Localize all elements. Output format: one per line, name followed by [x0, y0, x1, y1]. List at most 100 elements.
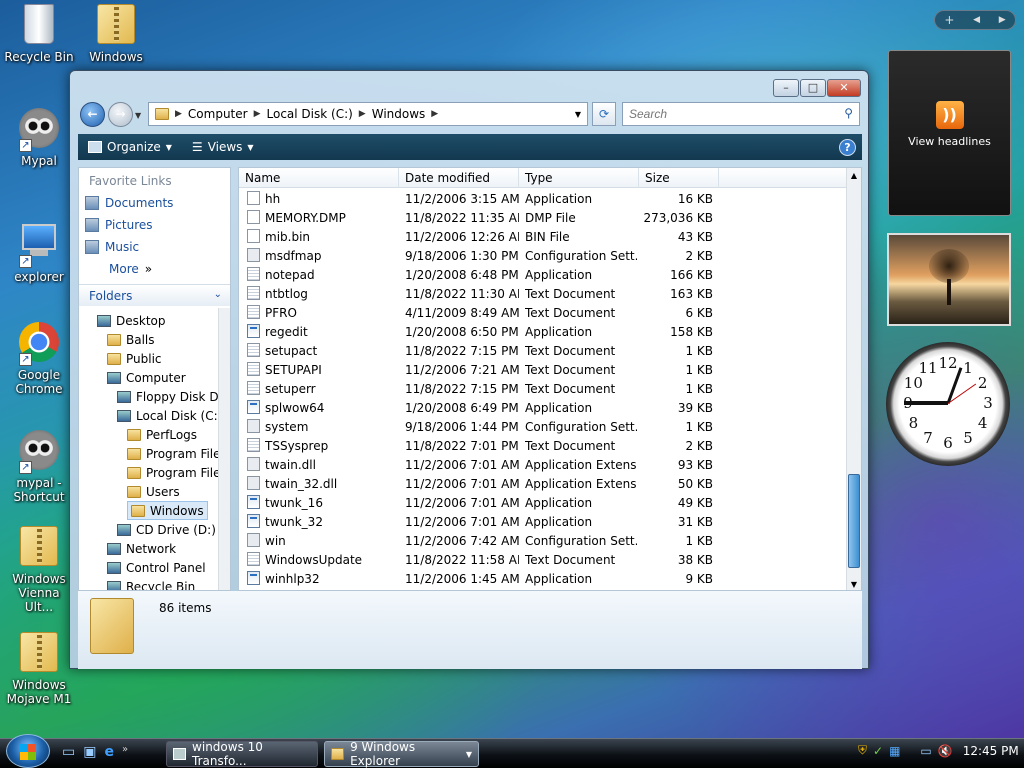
switch-windows-icon[interactable]: ▣	[83, 744, 96, 760]
file-row[interactable]: msdfmap 9/18/2006 1:30 PM Configuration Se…	[239, 246, 847, 265]
desktop-icon-4[interactable]: ↗ Google Chrome	[3, 322, 75, 396]
volume-muted-icon[interactable]: 🔇	[938, 744, 953, 758]
file-row[interactable]: winhlp32 11/2/2006 1:45 AM Application 9 KB	[239, 569, 847, 588]
security-shield-icon[interactable]: ⛨	[858, 743, 867, 758]
favorite-link-music[interactable]: Music	[79, 236, 230, 258]
column-header-size[interactable]: Size	[639, 168, 719, 188]
sidebar-controls[interactable]: + ◀ ▶	[934, 10, 1016, 30]
tree-item[interactable]: Network	[107, 539, 176, 558]
tree-item[interactable]: Windows	[127, 501, 208, 520]
file-row[interactable]: mib.bin 11/2/2006 12:26 AM BIN File 43 KB	[239, 227, 847, 246]
help-icon[interactable]: ?	[839, 138, 856, 156]
forward-button[interactable]: →	[108, 102, 133, 127]
display-icon[interactable]: ▭	[920, 744, 931, 758]
taskbar-task-explorer[interactable]: 9 Windows Explorer ▼	[324, 740, 479, 768]
search-input[interactable]: Search ⚲	[622, 102, 860, 126]
views-button[interactable]: ☰ Views ▼	[182, 140, 264, 154]
maximize-button[interactable]: □	[800, 79, 826, 97]
clock-gadget[interactable]: 121234567891011	[886, 342, 1010, 466]
file-row[interactable]: twain_32.dll 11/2/2006 7:01 AM Application…	[239, 474, 847, 493]
desktop-icon-2[interactable]: ↗ Mypal	[3, 108, 75, 168]
file-row[interactable]: twunk_16 11/2/2006 7:01 AM Application 49 K…	[239, 493, 847, 512]
start-button[interactable]	[6, 734, 50, 768]
taskbar-clock[interactable]: 12:45 PM	[963, 744, 1019, 758]
explorer-window[interactable]: – □ ✕ ← → ▼ ▶ Computer ▶ Local Disk (C:)…	[69, 70, 869, 669]
folders-header[interactable]: Folders ⌄	[79, 284, 230, 306]
file-row[interactable]: hh 11/2/2006 3:15 AM Application 16 KB	[239, 189, 847, 208]
scrollbar-thumb[interactable]	[848, 474, 860, 568]
desktop-icon-6[interactable]: Windows Vienna Ult...	[3, 526, 75, 614]
file-row[interactable]: WindowsUpdate 11/8/2022 11:58 AM Text Docu…	[239, 550, 847, 569]
file-row[interactable]: win 11/2/2006 7:42 AM Configuration Sett..…	[239, 531, 847, 550]
file-row[interactable]: SETUPAPI 11/2/2006 7:21 AM Text Document 1 …	[239, 360, 847, 379]
desktop-icon-3[interactable]: ↗ explorer	[3, 220, 75, 284]
checkmark-icon[interactable]: ✓	[873, 744, 883, 758]
tree-item[interactable]: CD Drive (D:) N	[117, 520, 229, 539]
address-dropdown-icon[interactable]: ▼	[569, 110, 587, 119]
file-date: 4/11/2009 8:49 AM	[405, 305, 519, 320]
file-row[interactable]: MEMORY.DMP 11/8/2022 11:35 AM DMP File 273,…	[239, 208, 847, 227]
column-header-name[interactable]: Name	[239, 168, 399, 188]
tree-item[interactable]: PerfLogs	[127, 425, 197, 444]
file-row[interactable]: PFRO 4/11/2009 8:49 AM Text Document 6 KB	[239, 303, 847, 322]
search-icon[interactable]: ⚲	[844, 106, 853, 120]
network-icon[interactable]: ▦	[889, 744, 900, 758]
favorite-link-documents[interactable]: Documents	[79, 192, 230, 214]
add-gadget-icon[interactable]: +	[944, 13, 954, 27]
tree-item[interactable]: Users	[127, 482, 180, 501]
desktop-icon-label: Windows	[89, 50, 143, 64]
taskbar-task-transformation[interactable]: windows 10 Transfo...	[166, 740, 318, 768]
chevron-right-icon[interactable]: »	[122, 744, 128, 760]
tree-item[interactable]: Floppy Disk Dr	[117, 387, 224, 406]
file-row[interactable]: twain.dll 11/2/2006 7:01 AM Application Ex…	[239, 455, 847, 474]
desktop-icon-5[interactable]: ↗ mypal - Shortcut	[3, 430, 75, 504]
desktop-icon-1[interactable]: Windows	[80, 4, 152, 64]
internet-explorer-icon[interactable]: e	[104, 744, 114, 760]
tree-item[interactable]: Control Panel	[107, 558, 206, 577]
file-row[interactable]: setupact 11/8/2022 7:15 PM Text Document 1 …	[239, 341, 847, 360]
file-row[interactable]: regedit 1/20/2008 6:50 PM Application 158 K…	[239, 322, 847, 341]
show-desktop-icon[interactable]: ▭	[62, 744, 75, 760]
tree-item[interactable]: Program File	[127, 444, 221, 463]
scroll-down-button[interactable]: ▼	[847, 577, 861, 590]
address-bar[interactable]: ▶ Computer ▶ Local Disk (C:) ▶ Windows ▶…	[148, 102, 588, 126]
organize-button[interactable]: Organize ▼	[78, 140, 182, 154]
tree-item[interactable]: Public	[107, 349, 162, 368]
favorite-link-pictures[interactable]: Pictures	[79, 214, 230, 236]
back-button[interactable]: ←	[80, 102, 105, 127]
sidebar-prev-icon[interactable]: ◀	[973, 15, 980, 25]
close-button[interactable]: ✕	[827, 79, 861, 97]
recent-pages-chevron-icon[interactable]: ▼	[135, 111, 141, 120]
file-row[interactable]: setuperr 11/8/2022 7:15 PM Text Document 1 …	[239, 379, 847, 398]
feed-headlines-gadget[interactable]: )) View headlines	[888, 50, 1011, 216]
minimize-button[interactable]: –	[773, 79, 799, 97]
file-row[interactable]: system 9/18/2006 1:44 PM Configuration Set…	[239, 417, 847, 436]
tree-item[interactable]: Local Disk (C:)	[117, 406, 222, 425]
breadcrumb-local-disk[interactable]: Local Disk (C:)	[261, 107, 359, 121]
file-row[interactable]: splwow64 1/20/2008 6:49 PM Application 39 K…	[239, 398, 847, 417]
column-header-type[interactable]: Type	[519, 168, 639, 188]
file-row[interactable]: notepad 1/20/2008 6:48 PM Application 166 K…	[239, 265, 847, 284]
refresh-button[interactable]: ⟳	[592, 102, 616, 126]
tree-scrollbar[interactable]	[218, 308, 230, 590]
tree-item[interactable]: Program File	[127, 463, 221, 482]
file-row[interactable]: ntbtlog 11/8/2022 11:30 AM Text Document 16…	[239, 284, 847, 303]
file-row[interactable]: TSSysprep 11/8/2022 7:01 PM Text Document 2…	[239, 436, 847, 455]
scroll-up-button[interactable]: ▲	[847, 168, 861, 183]
slideshow-gadget[interactable]	[887, 233, 1011, 326]
desktop-icon-0[interactable]: Recycle Bin	[3, 4, 75, 64]
more-links-button[interactable]: More»	[79, 258, 230, 280]
desktop-icon-7[interactable]: Windows Mojave M1	[3, 632, 75, 706]
file-row[interactable]: twunk_32 11/2/2006 7:01 AM Application 31 K…	[239, 512, 847, 531]
tree-item[interactable]: Computer	[107, 368, 186, 387]
tree-item[interactable]: Balls	[107, 330, 155, 349]
tree-item[interactable]: Recycle Bin	[107, 577, 195, 590]
tree-item[interactable]: Desktop	[97, 311, 166, 330]
breadcrumb-windows[interactable]: Windows	[366, 107, 432, 121]
folder-icon	[331, 748, 345, 760]
column-header-date[interactable]: Date modified	[399, 168, 519, 188]
feed-headlines-label[interactable]: View headlines	[889, 135, 1010, 148]
file-list-scrollbar[interactable]: ▲ ▼	[846, 168, 861, 590]
sidebar-next-icon[interactable]: ▶	[999, 15, 1006, 25]
breadcrumb-computer[interactable]: Computer	[182, 107, 254, 121]
